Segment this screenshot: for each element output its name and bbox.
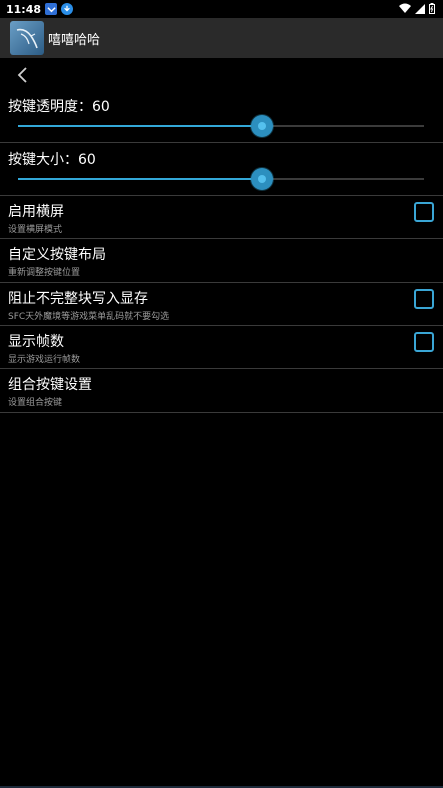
divider [0,412,443,413]
back-button[interactable] [14,66,32,84]
status-icons [399,3,435,14]
block-incomplete-title: 阻止不完整块写入显存 [8,291,148,307]
transparency-slider-thumb[interactable] [250,115,273,137]
battery-icon [429,3,435,14]
app-bar: 嘻嘻哈哈 [0,18,443,58]
custom-layout-summary: 重新调整按键位置 [8,268,81,278]
signal-icon [415,3,425,14]
status-bar: 11:48 [0,0,443,18]
block-incomplete-setting[interactable]: 阻止不完整块写入显存 SFC天外魔境等游戏菜单乱码就不要勾选 [0,283,443,325]
show-fps-checkbox[interactable] [414,332,434,352]
show-fps-setting[interactable]: 显示帧数 显示游戏运行帧数 [0,326,443,368]
size-setting: 按键大小：60 [0,143,443,195]
landscape-checkbox[interactable] [414,202,434,222]
size-slider[interactable] [18,168,424,190]
size-label-text: 按键大小： [8,152,78,168]
app-logo-icon [10,21,44,55]
wifi-icon [399,3,411,13]
size-slider-fill [18,178,262,180]
combo-keys-summary: 设置组合按键 [8,398,63,408]
combo-keys-title: 组合按键设置 [8,377,92,393]
block-incomplete-summary: SFC天外魔境等游戏菜单乱码就不要勾选 [8,312,170,322]
status-time: 11:48 [6,2,42,16]
transparency-slider[interactable] [18,115,424,137]
transparency-label-text: 按键透明度： [8,99,92,115]
transparency-setting: 按键透明度：60 [0,86,443,142]
custom-layout-setting[interactable]: 自定义按键布局 重新调整按键位置 [0,239,443,282]
landscape-summary: 设置横屏模式 [8,225,63,235]
combo-keys-setting[interactable]: 组合按键设置 设置组合按键 [0,369,443,412]
block-incomplete-checkbox[interactable] [414,289,434,309]
size-label: 按键大小：60 [8,149,96,169]
size-value: 60 [78,152,96,168]
landscape-title: 启用横屏 [8,204,64,220]
transparency-slider-fill [18,125,262,127]
download-notification-icon [61,3,74,15]
app-title: 嘻嘻哈哈 [48,32,101,48]
app-notification-icon [45,3,58,15]
show-fps-summary: 显示游戏运行帧数 [8,355,81,365]
show-fps-title: 显示帧数 [8,334,64,350]
transparency-label: 按键透明度：60 [8,96,110,116]
landscape-setting[interactable]: 启用横屏 设置横屏模式 [0,196,443,238]
size-slider-thumb[interactable] [250,168,273,190]
custom-layout-title: 自定义按键布局 [8,247,106,263]
transparency-value: 60 [92,99,110,115]
chevron-left-icon [17,67,27,83]
